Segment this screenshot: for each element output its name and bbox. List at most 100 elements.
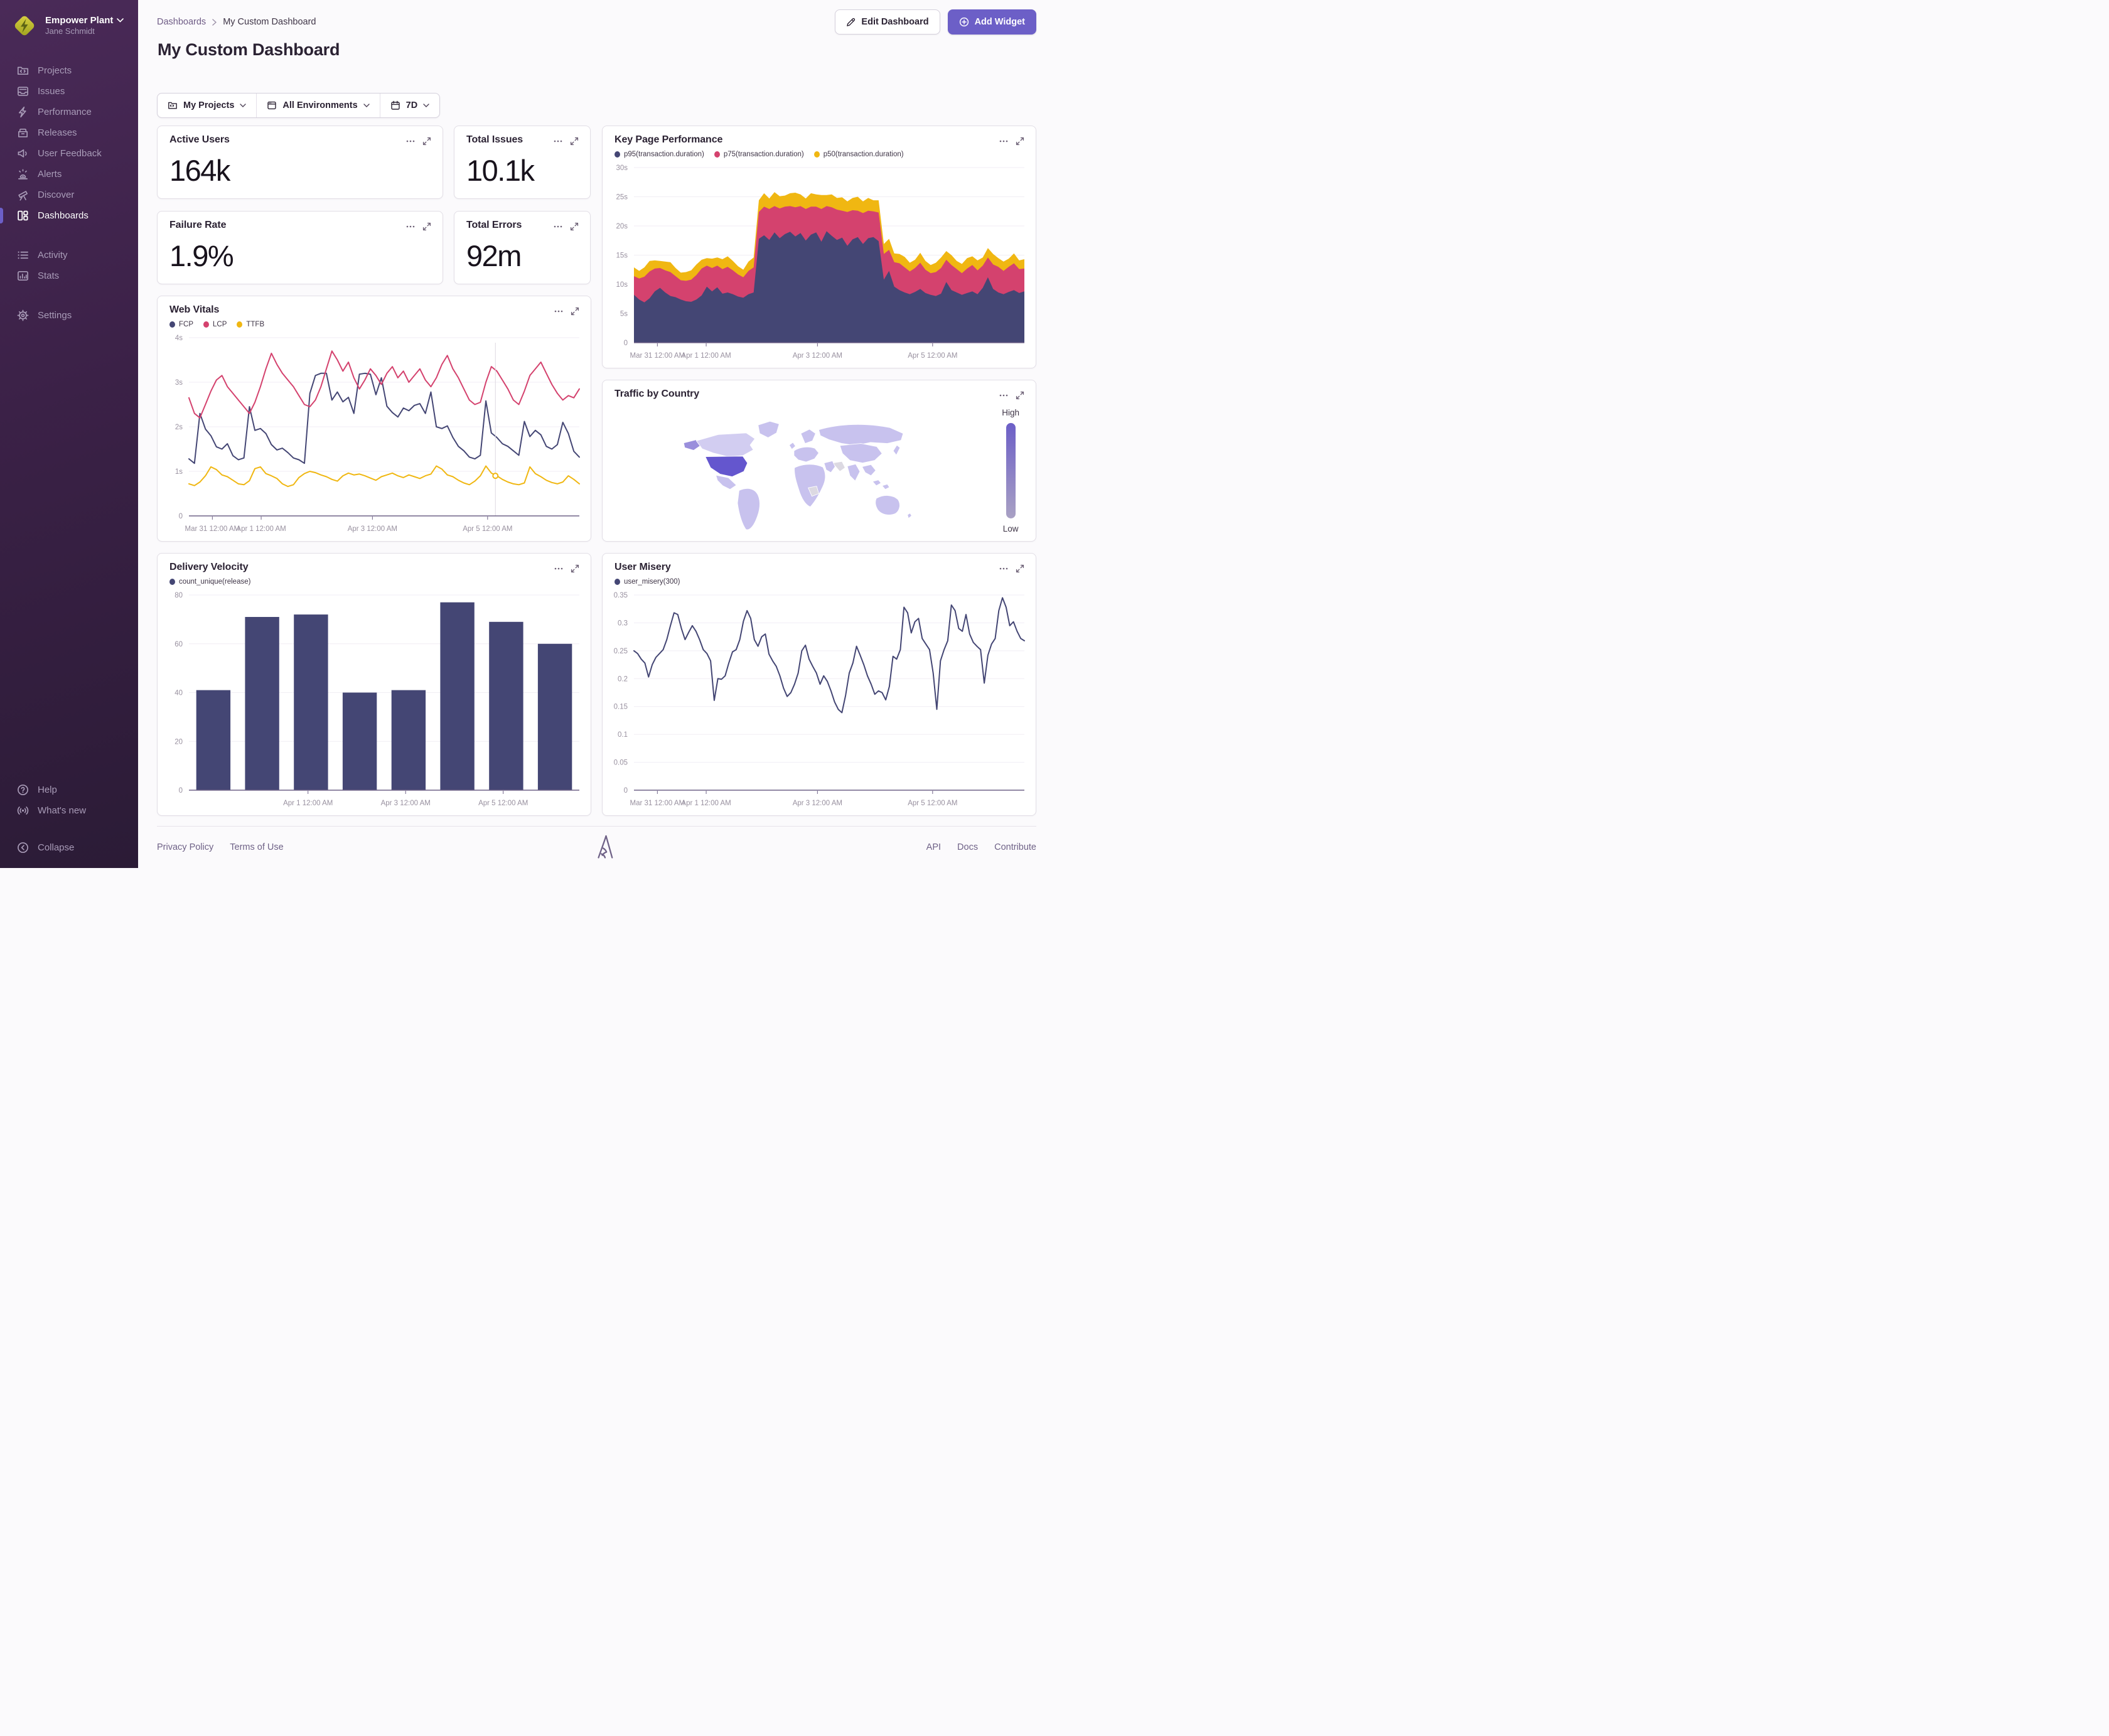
svg-text:0.2: 0.2 — [618, 675, 628, 683]
date-range-filter[interactable]: 7D — [379, 94, 440, 117]
api-link[interactable]: API — [926, 842, 941, 852]
widget-expand-button[interactable] — [567, 134, 581, 148]
legend-dot — [237, 321, 243, 328]
sidebar-item-performance[interactable]: Performance — [0, 102, 138, 122]
sidebar-item-settings[interactable]: Settings — [0, 305, 138, 326]
docs-link[interactable]: Docs — [957, 842, 978, 852]
sidebar-collapse-button[interactable]: Collapse — [0, 837, 138, 858]
sidebar-item-dashboards[interactable]: Dashboards — [0, 205, 138, 226]
releases-icon — [17, 127, 29, 139]
chart-legend: count_unique(release) — [158, 576, 591, 586]
sidebar-item-activity[interactable]: Activity — [0, 245, 138, 265]
add-widget-button[interactable]: Add Widget — [947, 9, 1036, 35]
legend-label: TTFB — [246, 321, 265, 328]
chevron-down-icon — [117, 18, 124, 23]
widget-expand-button[interactable] — [567, 220, 581, 233]
contribute-link[interactable]: Contribute — [994, 842, 1036, 852]
widget-menu-button[interactable] — [997, 134, 1011, 148]
world-map-landmasses — [683, 421, 912, 530]
delivery-velocity-chart[interactable]: 0 20 40 60 80 Apr 1 12:00 AM Apr 3 12:00 AM Apr… — [160, 589, 586, 813]
sidebar-item-user-feedback[interactable]: User Feedback — [0, 143, 138, 164]
sidebar-item-whats-new[interactable]: What's new — [0, 800, 138, 821]
key-page-performance-chart[interactable]: 0 5s 10s 15s 20s 25s 30s Mar 31 12:00 AM Apr 1 1… — [605, 161, 1031, 365]
widget-menu-button[interactable] — [404, 134, 417, 148]
widget-menu-button[interactable] — [997, 562, 1011, 576]
sidebar-item-projects[interactable]: Projects — [0, 60, 138, 81]
legend-dot — [203, 321, 209, 328]
sidebar-item-label: Releases — [38, 127, 77, 138]
breadcrumb-dashboards-link[interactable]: Dashboards — [157, 17, 206, 27]
stat-value: 164k — [169, 154, 230, 187]
chart-legend: user_misery(300) — [603, 576, 1036, 586]
legend-label: LCP — [213, 321, 227, 328]
svg-text:0.15: 0.15 — [614, 704, 628, 711]
svg-text:0.3: 0.3 — [618, 619, 628, 627]
terms-of-use-link[interactable]: Terms of Use — [230, 842, 283, 852]
sidebar-item-alerts[interactable]: Alerts — [0, 164, 138, 185]
environment-filter-label: All Environments — [282, 100, 358, 110]
widget-menu-button[interactable] — [551, 220, 565, 233]
edit-dashboard-button[interactable]: Edit Dashboard — [835, 9, 940, 35]
sidebar-item-stats[interactable]: Stats — [0, 265, 138, 286]
world-map[interactable] — [628, 408, 973, 536]
legend-label: p95(transaction.duration) — [624, 151, 704, 158]
svg-text:0: 0 — [179, 513, 183, 520]
stat-value: 10.1k — [466, 154, 535, 187]
svg-text:20s: 20s — [616, 223, 628, 230]
legend-item: LCP — [203, 321, 227, 328]
web-vitals-chart[interactable]: 0 1s 2s 3s 4s Mar 31 12:00 AM Apr 1 12:00 AM Ap… — [160, 331, 586, 538]
widget-expand-button[interactable] — [1013, 134, 1027, 148]
sidebar-item-issues[interactable]: Issues — [0, 81, 138, 102]
chevron-down-icon — [240, 104, 247, 107]
widget-expand-button[interactable] — [1013, 388, 1027, 402]
legend-label: p50(transaction.duration) — [823, 151, 904, 158]
widget-menu-button[interactable] — [551, 134, 565, 148]
plus-circle-icon — [959, 17, 969, 27]
svg-text:Apr 1 12:00 AM: Apr 1 12:00 AM — [681, 800, 731, 807]
widget-menu-button[interactable] — [997, 388, 1011, 402]
legend-item: count_unique(release) — [169, 578, 250, 586]
breadcrumb-current: My Custom Dashboard — [223, 17, 316, 27]
svg-text:15s: 15s — [616, 252, 628, 260]
map-legend-low-label: Low — [1002, 524, 1019, 533]
sidebar-item-discover[interactable]: Discover — [0, 185, 138, 205]
legend-label: p75(transaction.duration) — [723, 151, 804, 158]
privacy-policy-link[interactable]: Privacy Policy — [157, 842, 213, 852]
widget-expand-button[interactable] — [568, 304, 582, 318]
widget-title: Failure Rate — [169, 220, 227, 230]
project-filter[interactable]: My Projects — [158, 94, 256, 117]
legend-label: FCP — [179, 321, 193, 328]
sidebar-item-label: Collapse — [38, 842, 75, 853]
legend-dot — [614, 579, 620, 585]
svg-text:Apr 3 12:00 AM: Apr 3 12:00 AM — [793, 352, 842, 360]
topbar: Dashboards My Custom Dashboard Edit Dash… — [157, 9, 1036, 35]
widget-menu-button[interactable] — [404, 220, 417, 233]
legend-dot — [169, 321, 175, 328]
sidebar-item-releases[interactable]: Releases — [0, 122, 138, 143]
user-misery-chart[interactable]: 0 0.05 0.1 0.15 0.2 0.25 0.3 0.35 Mar 31 12:00 A… — [605, 589, 1031, 813]
environment-filter[interactable]: All Environments — [256, 94, 379, 117]
widget-expand-button[interactable] — [568, 562, 582, 576]
app-root: Empower Plant Jane Schmidt Projects Issu… — [0, 0, 1054, 868]
alerts-icon — [17, 168, 29, 180]
widget-title: Web Vitals — [169, 304, 220, 315]
chevron-right-icon — [212, 18, 217, 26]
widget-menu-button[interactable] — [552, 304, 566, 318]
chevron-down-icon — [423, 104, 429, 107]
widget-expand-button[interactable] — [420, 220, 434, 233]
svg-text:0: 0 — [179, 787, 183, 795]
filter-bar: My Projects All Environments 7D — [157, 93, 441, 118]
widget-expand-button[interactable] — [420, 134, 434, 148]
legend-item: p95(transaction.duration) — [614, 151, 704, 158]
org-switcher[interactable]: Empower Plant Jane Schmidt — [0, 0, 138, 44]
sidebar-item-label: Help — [38, 785, 57, 795]
widget-key-page-performance: Key Page Performance p95(transaction.dur… — [602, 126, 1036, 368]
date-range-label: 7D — [405, 100, 418, 110]
widget-user-misery: User Misery user_misery(300) 0 0.05 0.1 0.1… — [602, 553, 1036, 816]
svg-text:0.05: 0.05 — [614, 759, 628, 767]
widget-menu-button[interactable] — [552, 562, 566, 576]
stat-value: 1.9% — [169, 239, 234, 272]
sidebar-item-help[interactable]: Help — [0, 780, 138, 800]
widget-expand-button[interactable] — [1013, 562, 1027, 576]
svg-text:Mar 31 12:00 AM: Mar 31 12:00 AM — [630, 800, 685, 807]
